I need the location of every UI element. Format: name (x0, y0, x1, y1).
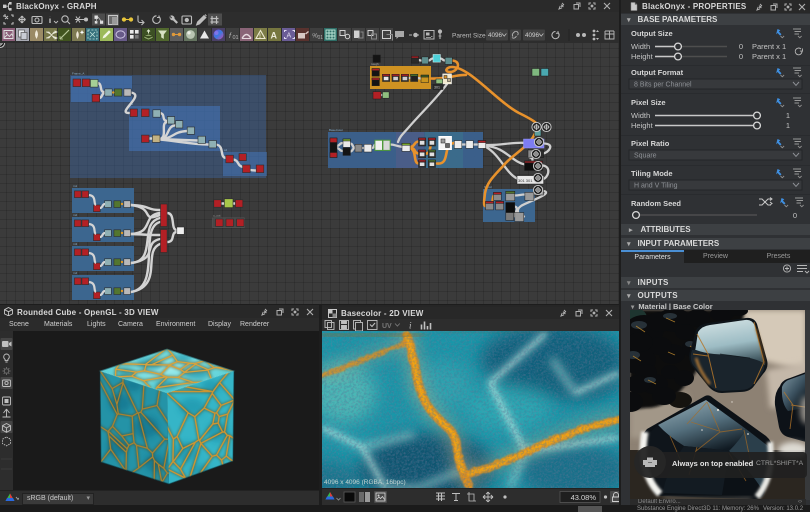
svg-text:1: 1 (786, 111, 790, 120)
svg-text:4096: 4096 (488, 32, 503, 39)
svg-text:301: 301 (434, 86, 440, 90)
svg-text:A: A (287, 33, 292, 40)
svg-text:Pixel Ratio: Pixel Ratio (631, 139, 670, 148)
svg-text:Random Seed: Random Seed (631, 199, 681, 208)
svg-text:Height: Height (631, 52, 654, 61)
svg-text:4096 x 4096 (RGBA, 16bpc): 4096 x 4096 (RGBA, 16bpc) (324, 479, 406, 486)
svg-text:i: i (409, 321, 412, 331)
svg-text:1: 1 (786, 121, 790, 130)
svg-text:0: 0 (739, 52, 743, 61)
svg-text:01: 01 (233, 35, 239, 41)
svg-text:0: 0 (793, 211, 797, 220)
svg-text:A: A (271, 31, 278, 41)
svg-text:!: ! (259, 34, 261, 40)
svg-text:8 Bits per Channel: 8 Bits per Channel (634, 82, 692, 89)
svg-text:BaseColor: BaseColor (329, 128, 343, 132)
svg-text:Output Size: Output Size (631, 29, 673, 38)
svg-text:0: 0 (739, 42, 743, 51)
svg-text:Tiling Mode: Tiling Mode (631, 169, 673, 178)
svg-text:Parent x 1: Parent x 1 (752, 52, 786, 61)
svg-text:4096: 4096 (525, 32, 540, 39)
svg-text:Height: Height (631, 121, 654, 130)
svg-text:Width: Width (631, 111, 650, 120)
svg-text:Output Format: Output Format (631, 68, 684, 77)
svg-text:Pixel Size: Pixel Size (631, 98, 666, 107)
svg-text:Width: Width (631, 42, 650, 51)
svg-text:H and V Tiling: H and V Tiling (634, 183, 678, 190)
svg-text:Parent x 1: Parent x 1 (752, 42, 786, 51)
svg-text:Parent Size:: Parent Size: (452, 33, 488, 40)
svg-text:01: 01 (318, 35, 324, 41)
svg-text:Square: Square (634, 153, 657, 160)
svg-text:43.08%: 43.08% (571, 493, 597, 502)
svg-text:UV: UV (382, 323, 392, 330)
svg-text:301 301: 301 301 (518, 178, 533, 183)
